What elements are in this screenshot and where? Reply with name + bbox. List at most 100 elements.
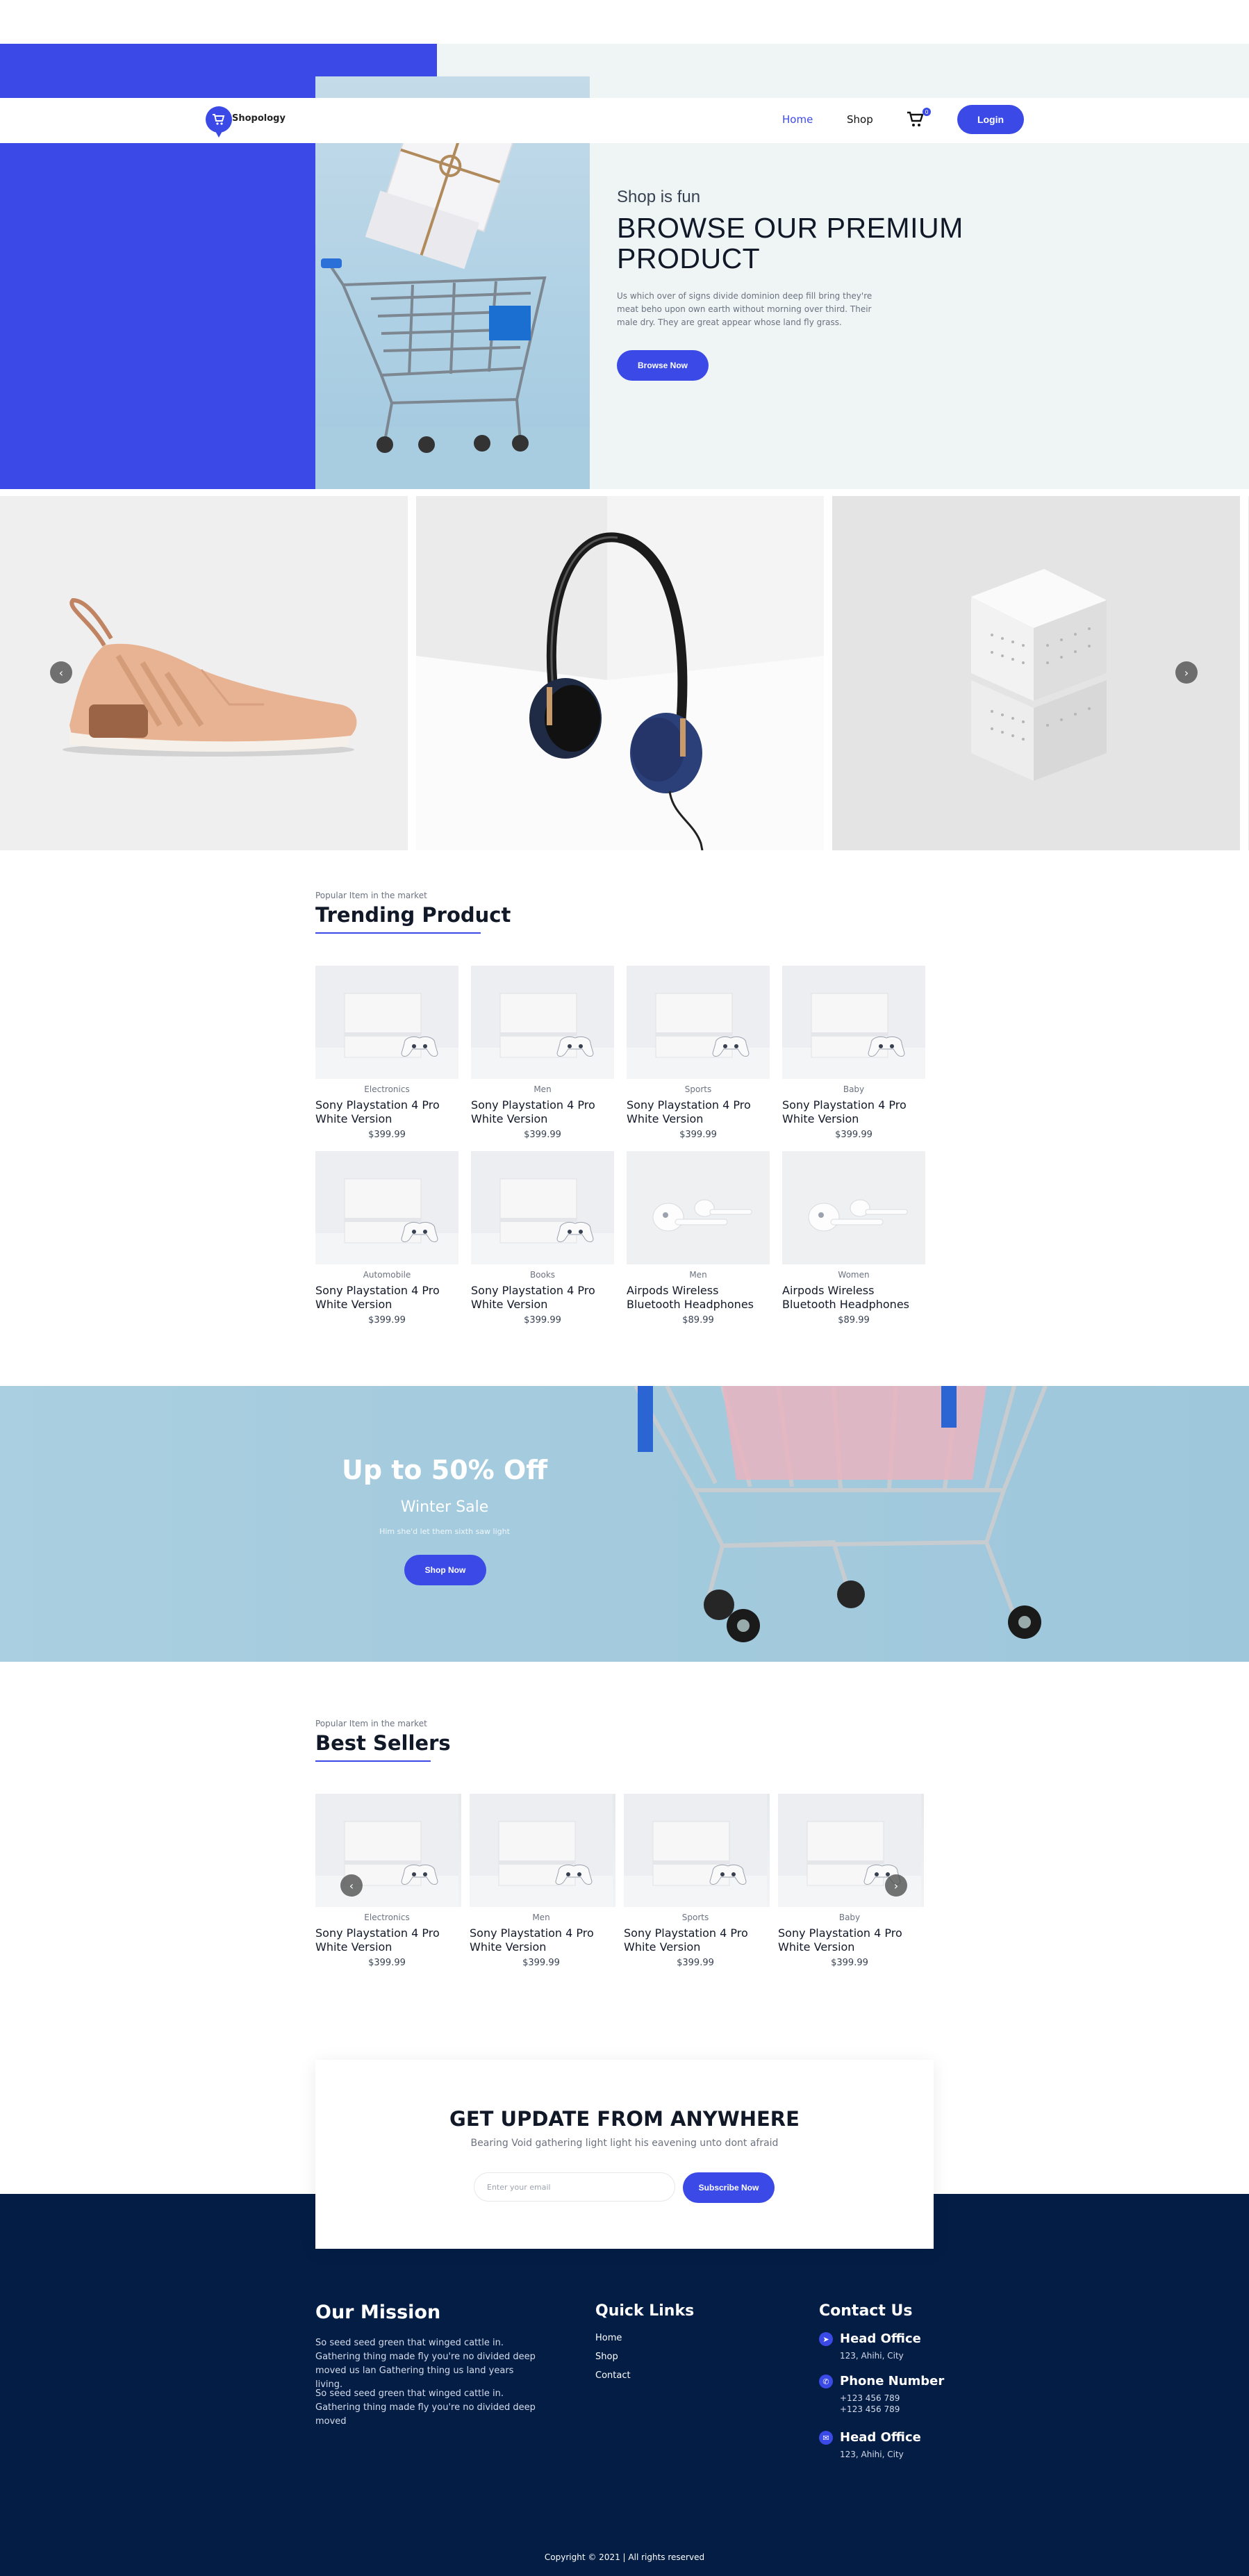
sale-description: Him she'd let them sixth saw light [379,1527,510,1536]
footer-link-shop[interactable]: Shop [595,2352,618,2362]
hero-title: BROWSE OUR PREMIUM PRODUCT [617,212,963,274]
brand-name[interactable]: Shopology [232,113,286,124]
product-price: $399.99 [368,1958,406,1968]
hero-subtitle: Shop is fun [617,188,701,206]
product-price: $399.99 [368,1130,406,1140]
product-category: Sports [684,1084,712,1094]
product-name[interactable]: Sony Playstation 4 Pro White Version [315,1926,463,1954]
product-price: $399.99 [679,1130,717,1140]
newsletter-title: GET UPDATE FROM ANYWHERE [449,2107,800,2131]
trending-kicker: Popular Item in the market [315,891,427,900]
navbar [0,98,1249,143]
carousel-slide-headphones[interactable] [416,496,824,850]
product-name[interactable]: Sony Playstation 4 Pro White Version [471,1098,614,1126]
product-image[interactable] [782,1151,925,1264]
browse-now-button[interactable]: Browse Now [617,350,709,381]
location-arrow-icon: ➤ [819,2332,833,2346]
product-name[interactable]: Sony Playstation 4 Pro White Version [470,1926,617,1954]
product-category: Men [689,1270,707,1280]
product-price: $399.99 [835,1130,872,1140]
chevron-right-icon[interactable]: › [885,1874,907,1897]
contact-value-office: 123, Ahihi, City [840,2351,904,2361]
footer-quicklinks-title: Quick Links [595,2302,695,2320]
bestsellers-title: Best Sellers [315,1731,451,1755]
product-name[interactable]: Airpods Wireless Bluetooth Headphones [782,1284,925,1312]
logo-cart-icon[interactable] [206,106,232,138]
sale-title: Up to 50% Off [341,1455,548,1485]
product-price: $89.99 [682,1315,714,1326]
phone-icon: ✆ [819,2375,833,2388]
product-name[interactable]: Sony Playstation 4 Pro White Version [782,1098,925,1126]
product-price: $399.99 [368,1315,406,1326]
newsletter-subtitle: Bearing Void gathering light light his e… [470,2138,779,2149]
bestsellers-kicker: Popular Item in the market [315,1719,427,1728]
contact-title-office-2: Head Office [840,2430,921,2445]
login-button[interactable]: Login [957,105,1024,134]
product-price: $399.99 [524,1130,561,1140]
product-name[interactable]: Sony Playstation 4 Pro White Version [471,1284,614,1312]
product-image[interactable] [471,966,614,1079]
trending-underline [315,932,481,934]
newsletter-email-input[interactable] [474,2172,675,2202]
product-price: $399.99 [524,1315,561,1326]
footer [0,2194,1249,2576]
footer-mission-title: Our Mission [315,2302,441,2323]
contact-title-office: Head Office [840,2331,921,2346]
bestsellers-underline [315,1760,431,1762]
footer-mission-text-1: So seed seed green that winged cattle in… [315,2338,536,2390]
product-name[interactable]: Sony Playstation 4 Pro White Version [624,1926,771,1954]
product-category: Men [532,1913,550,1922]
shop-now-button[interactable]: Shop Now [404,1555,486,1585]
product-name[interactable]: Sony Playstation 4 Pro White Version [627,1098,770,1126]
product-name[interactable]: Sony Playstation 4 Pro White Version [315,1098,458,1126]
product-price: $399.99 [677,1958,714,1968]
nav-shop-link[interactable]: Shop [847,113,873,126]
product-price: $399.99 [831,1958,868,1968]
subscribe-button[interactable]: Subscribe Now [683,2172,775,2203]
footer-link-contact[interactable]: Contact [595,2370,631,2381]
sale-banner [0,1386,1249,1662]
chevron-left-icon[interactable]: ‹ [50,661,72,684]
newsletter-card [315,2060,934,2249]
product-image[interactable] [315,1151,458,1264]
contact-value-office-2: 123, Ahihi, City [840,2450,904,2459]
contact-value-phone-1: +123 456 789 [840,2393,900,2403]
cart-icon[interactable] [907,111,925,128]
product-category: Books [529,1270,556,1280]
product-image[interactable] [315,966,458,1079]
product-image[interactable] [315,1794,461,1907]
product-image[interactable] [627,1151,770,1264]
product-category: Baby [843,1084,865,1094]
cart-count-badge: 0 [923,108,931,116]
product-category: Baby [838,1913,861,1922]
chevron-left-icon[interactable]: ‹ [340,1874,363,1897]
contact-value-phone-2: +123 456 789 [840,2404,900,2414]
footer-link-home[interactable]: Home [595,2333,622,2343]
product-name[interactable]: Sony Playstation 4 Pro White Version [778,1926,925,1954]
product-category: Automobile [363,1270,411,1280]
product-price: $399.99 [522,1958,560,1968]
footer-mission-text-2: So seed seed green that winged cattle in… [315,2388,536,2427]
product-image[interactable] [624,1794,770,1907]
product-name[interactable]: Airpods Wireless Bluetooth Headphones [627,1284,770,1312]
product-category: Men [533,1084,552,1094]
product-image[interactable] [470,1794,615,1907]
nav-home-link[interactable]: Home [782,113,813,126]
product-category: Electronics [364,1084,410,1094]
product-image[interactable] [627,966,770,1079]
trending-title: Trending Product [315,903,511,927]
contact-title-phone: Phone Number [840,2374,945,2388]
product-category: Women [838,1270,870,1280]
footer-contact-title: Contact Us [819,2302,913,2320]
sale-subtitle: Winter Sale [400,1498,489,1516]
product-price: $89.99 [838,1315,870,1326]
product-image[interactable] [782,966,925,1079]
copyright: Copyright © 2021 | All rights reserved [544,2552,705,2562]
hero-description: Us which over of signs divide dominion d… [617,291,872,327]
chevron-right-icon[interactable]: › [1175,661,1198,684]
product-image[interactable] [471,1151,614,1264]
envelope-icon: ✉ [819,2431,833,2445]
product-category: Sports [681,1913,709,1922]
product-name[interactable]: Sony Playstation 4 Pro White Version [315,1284,458,1312]
product-category: Electronics [364,1913,410,1922]
